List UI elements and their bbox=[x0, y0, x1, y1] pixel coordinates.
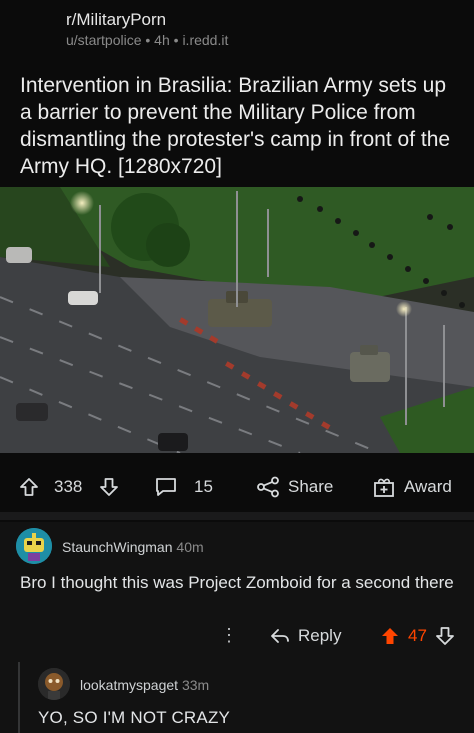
comment-body: YO, SO I'M NOT CRAZY bbox=[38, 708, 231, 727]
comment-age: 33m bbox=[181, 677, 210, 693]
award-label: Award bbox=[404, 477, 452, 496]
award-button[interactable]: Award bbox=[372, 468, 452, 506]
comment-bubble-icon bbox=[156, 478, 176, 496]
post-photo-illustration bbox=[0, 187, 474, 453]
comment: StaunchWingman 40m Bro I thought this wa… bbox=[0, 522, 474, 662]
upvote-arrow-icon[interactable] bbox=[380, 626, 400, 646]
comment-score: 47 bbox=[408, 626, 427, 645]
comment-author-line: StaunchWingman 40m bbox=[62, 539, 204, 555]
post-image[interactable] bbox=[0, 187, 474, 453]
comment-actions: ⋮ Reply 47 bbox=[0, 622, 474, 652]
downvote-button[interactable] bbox=[98, 468, 120, 506]
reply-label: Reply bbox=[298, 626, 342, 645]
comments-button[interactable]: 15 bbox=[154, 468, 213, 506]
share-button[interactable]: Share bbox=[256, 468, 333, 506]
post-title[interactable]: Intervention in Brasilia: Brazilian Army… bbox=[20, 72, 460, 180]
avatar[interactable] bbox=[38, 668, 70, 700]
post-header: r/MilitaryPorn u/startpolice • 4h • i.re… bbox=[0, 0, 474, 60]
comment-count: 15 bbox=[194, 477, 213, 496]
share-icon bbox=[257, 476, 279, 498]
post-action-bar: 338 15 Share Award bbox=[0, 468, 474, 506]
thread-line[interactable] bbox=[18, 662, 20, 733]
post-meta: u/startpolice • 4h • i.redd.it bbox=[66, 32, 228, 48]
share-label: Share bbox=[288, 477, 334, 496]
comment-age: 40m bbox=[176, 539, 204, 555]
meta-separator: • bbox=[145, 32, 155, 48]
more-vertical-icon[interactable]: ⋮ bbox=[220, 625, 238, 646]
upvote-arrow-icon bbox=[20, 478, 38, 496]
post-age: 4h bbox=[154, 32, 170, 48]
comment-body: Bro I thought this was Project Zomboid f… bbox=[20, 573, 454, 592]
downvote-arrow-icon[interactable] bbox=[435, 626, 455, 646]
avatar-character-icon bbox=[38, 668, 70, 700]
upvote-count: 338 bbox=[54, 477, 83, 496]
section-divider bbox=[0, 512, 474, 520]
avatar[interactable] bbox=[16, 528, 52, 564]
comment-author[interactable]: lookatmyspaget bbox=[80, 677, 178, 693]
downvote-arrow-icon bbox=[100, 478, 118, 496]
reply-button[interactable]: Reply bbox=[270, 626, 341, 646]
post-domain[interactable]: i.redd.it bbox=[182, 32, 228, 48]
comment-votes: 47 bbox=[380, 626, 455, 646]
award-gift-icon bbox=[374, 478, 394, 497]
subreddit-name[interactable]: r/MilitaryPorn bbox=[66, 10, 166, 30]
reply-comment: lookatmyspaget 33m YO, SO I'M NOT CRAZY bbox=[0, 662, 474, 733]
comment-author[interactable]: StaunchWingman bbox=[62, 539, 173, 555]
upvote-button[interactable] bbox=[18, 468, 40, 506]
avatar-robot-icon bbox=[16, 528, 52, 564]
post-author[interactable]: u/startpolice bbox=[66, 32, 141, 48]
comment-author-line: lookatmyspaget 33m bbox=[80, 677, 209, 693]
vote-score: 338 bbox=[54, 468, 82, 506]
reply-arrow-icon bbox=[271, 629, 289, 643]
